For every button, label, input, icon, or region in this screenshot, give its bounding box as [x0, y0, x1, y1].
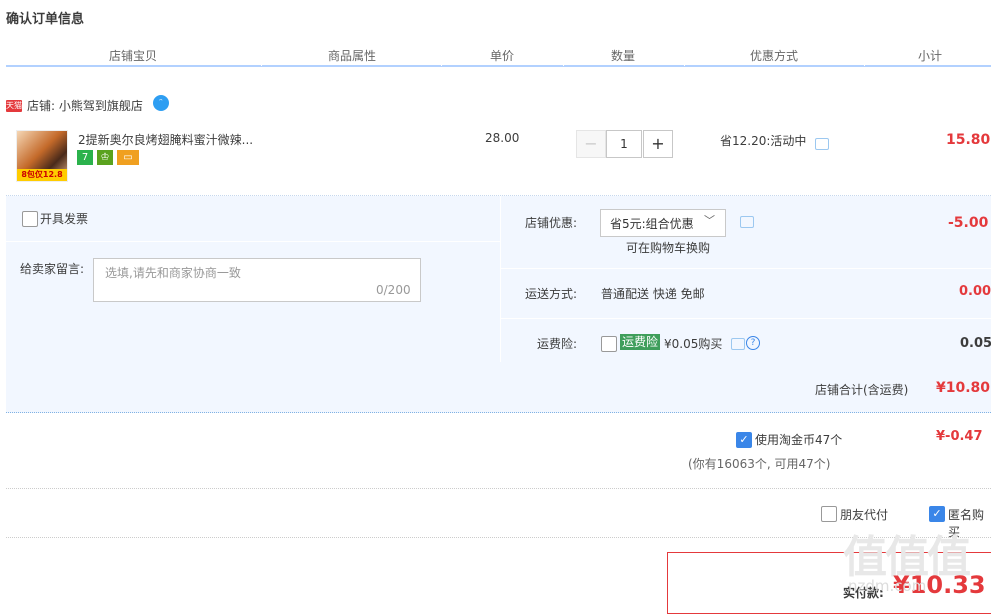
invoice-label: 开具发票 — [40, 212, 89, 226]
shop-discount-note: 可在购物车换购 — [626, 241, 711, 255]
coins-balance-note: (你有16063个, 可用47个) — [688, 457, 831, 471]
unit-price: 28.00 — [485, 131, 520, 145]
item-promotion: 省12.20:活动中 — [720, 134, 807, 148]
header-divider — [563, 62, 564, 66]
shipping-label: 运送方式: — [525, 287, 578, 301]
coins-discount-amount: ¥-0.47 — [936, 429, 983, 444]
insurance-chat-icon[interactable] — [731, 338, 745, 350]
header-shop-item: 店铺宝贝 — [109, 49, 158, 63]
panel-divider — [500, 196, 501, 362]
invoice-checkbox[interactable] — [22, 211, 38, 227]
header-divider — [864, 62, 865, 66]
header-rule — [6, 65, 991, 67]
section-divider — [6, 488, 991, 489]
insurance-label: 运费险: — [537, 337, 578, 351]
friend-pay-checkbox[interactable] — [821, 506, 837, 522]
insurance-checkbox[interactable] — [601, 336, 617, 352]
header-divider — [261, 62, 262, 66]
shipping-method: 普通配送 快递 免邮 — [601, 287, 705, 301]
header-discount: 优惠方式 — [750, 49, 799, 63]
tmall-icon: 天猫 — [6, 100, 22, 112]
message-placeholder: 选填,请先和商家协商一致 — [105, 266, 241, 280]
header-quantity: 数量 — [611, 49, 636, 63]
page-title: 确认订单信息 — [6, 12, 85, 27]
use-coins-label: 使用淘金币47个 — [755, 433, 843, 447]
shop-discount-label: 店铺优惠: — [525, 216, 578, 230]
header-subtotal: 小计 — [918, 49, 943, 63]
message-char-count: 0/200 — [376, 283, 411, 297]
discount-info-icon[interactable] — [740, 216, 754, 228]
shop-total-label: 店铺合计(含运费) — [815, 383, 909, 397]
header-unit-price: 单价 — [490, 49, 515, 63]
panel-divider — [501, 318, 991, 319]
anonymous-checkbox[interactable]: ✓ — [929, 506, 945, 522]
header-divider — [441, 62, 442, 66]
header-attributes: 商品属性 — [328, 49, 377, 63]
product-thumbnail[interactable]: 8包仅12.8 — [16, 130, 68, 182]
promo-info-icon[interactable] — [815, 138, 829, 150]
quantity-decrease-button[interactable]: − — [576, 130, 606, 158]
insurance-amount: 0.05 — [960, 336, 991, 351]
insurance-price: ¥0.05购买 — [664, 337, 723, 351]
watermark-url: nzdm.com — [848, 577, 927, 595]
quantity-input[interactable]: 1 — [606, 130, 642, 158]
panel-divider — [501, 268, 991, 269]
shop-total-amount: ¥10.80 — [936, 380, 991, 396]
shop-discount-amount: -5.00 — [948, 215, 989, 231]
credit-card-icon: ▭ — [117, 150, 139, 165]
product-title-link[interactable]: 2提新奥尔良烤翅腌料蜜汁微辣... — [78, 131, 258, 148]
panel-divider — [6, 241, 500, 242]
seven-day-return-icon: 7 — [77, 150, 93, 165]
shipping-amount: 0.00 — [959, 284, 991, 299]
use-coins-checkbox[interactable]: ✓ — [736, 432, 752, 448]
thumbnail-promo-tag: 8包仅12.8 — [17, 169, 67, 181]
insurance-badge: 运费险 — [620, 334, 661, 350]
item-subtotal: 15.80 — [946, 132, 991, 148]
header-divider — [684, 62, 685, 66]
chevron-down-icon: ﹀ — [704, 214, 715, 227]
help-icon[interactable]: ? — [746, 336, 760, 350]
message-label: 给卖家留言: — [20, 262, 85, 276]
quantity-increase-button[interactable]: + — [643, 130, 673, 158]
shop-discount-value: 省5元:组合优惠 — [610, 217, 694, 231]
wangwang-chat-icon[interactable]: ᵔ — [153, 95, 169, 111]
guarantee-icon: ♔ — [97, 150, 113, 165]
shop-name-link[interactable]: 店铺: 小熊驾到旗舰店 — [27, 97, 143, 114]
